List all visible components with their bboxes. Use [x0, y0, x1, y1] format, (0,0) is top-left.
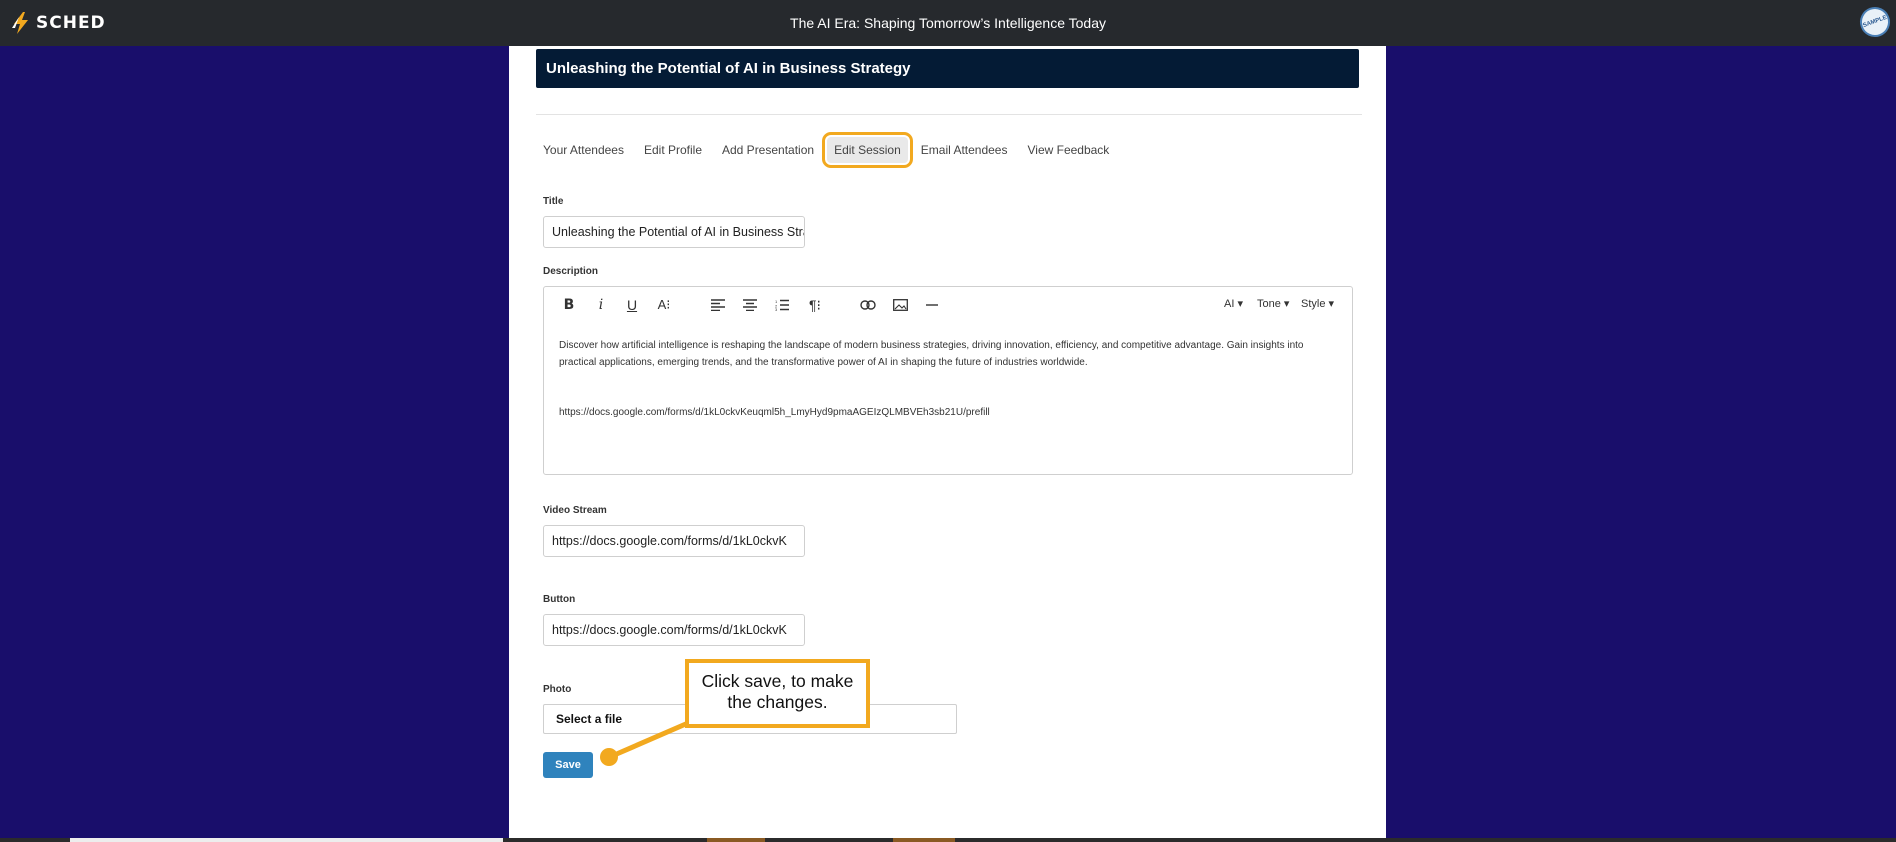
sample-badge-text: SAMPLE [1862, 14, 1888, 30]
editor-toolbar: B i U A⁝ 123 ¶⁝ AI ▾ Tone ▾ Style ▾ [544, 287, 1352, 323]
video-stream-field[interactable]: https://docs.google.com/forms/d/1kL0ckvK [543, 525, 805, 557]
event-title: The AI Era: Shaping Tomorrow’s Intellige… [790, 15, 1106, 31]
ordered-list-icon[interactable]: 123 [771, 295, 793, 315]
sample-badge-icon: SAMPLE [1855, 2, 1895, 42]
ai-dropdown-label: AI [1224, 298, 1235, 310]
button-url-field[interactable]: https://docs.google.com/forms/d/1kL0ckvK [543, 614, 805, 646]
save-button[interactable]: Save [543, 752, 593, 778]
top-bar: SCHED The AI Era: Shaping Tomorrow’s Int… [0, 0, 1896, 46]
divider [536, 114, 1362, 115]
tone-dropdown-label: Tone [1257, 298, 1281, 310]
bottom-strip-segment [707, 838, 765, 842]
title-field[interactable]: Unleashing the Potential of AI in Busine… [543, 216, 805, 248]
underline-icon[interactable]: U [621, 295, 643, 315]
tab-your-attendees[interactable]: Your Attendees [536, 137, 631, 163]
session-panel: Unleashing the Potential of AI in Busine… [509, 46, 1386, 842]
video-stream-label: Video Stream [543, 505, 607, 516]
link-icon[interactable] [857, 295, 879, 315]
text-size-icon[interactable]: A⁝ [653, 295, 675, 315]
tooltip-callout: Click save, to make the changes. [685, 659, 870, 728]
tab-add-presentation[interactable]: Add Presentation [715, 137, 821, 163]
callout-text: Click save, to make the changes. [701, 671, 854, 712]
session-header-title: Unleashing the Potential of AI in Busine… [536, 49, 1359, 88]
title-label: Title [543, 196, 564, 207]
description-label: Description [543, 266, 599, 277]
style-dropdown-label: Style [1301, 298, 1326, 310]
align-center-icon[interactable] [739, 295, 761, 315]
horizontal-rule-icon[interactable] [921, 295, 943, 315]
italic-icon[interactable]: i [590, 295, 612, 315]
description-text[interactable]: Discover how artificial intelligence is … [559, 337, 1339, 371]
bottom-strip-segment [70, 838, 503, 842]
style-dropdown[interactable]: Style ▾ [1301, 297, 1334, 310]
bottom-strip-segment [893, 838, 955, 842]
ai-dropdown[interactable]: AI ▾ [1224, 297, 1243, 310]
tab-email-attendees[interactable]: Email Attendees [914, 137, 1015, 163]
button-label: Button [543, 594, 576, 605]
speaker-tabs: Your Attendees Edit Profile Add Presenta… [536, 132, 1122, 168]
tab-edit-session[interactable]: Edit Session [822, 132, 913, 168]
photo-label: Photo [543, 684, 572, 695]
image-icon[interactable] [889, 295, 911, 315]
svg-text:3: 3 [775, 307, 778, 311]
tab-edit-profile[interactable]: Edit Profile [637, 137, 709, 163]
align-left-icon[interactable] [707, 295, 729, 315]
bold-icon[interactable]: B [558, 295, 580, 315]
description-link[interactable]: https://docs.google.com/forms/d/1kL0ckvK… [559, 407, 990, 418]
tab-view-feedback[interactable]: View Feedback [1020, 137, 1116, 163]
tone-dropdown[interactable]: Tone ▾ [1257, 297, 1289, 310]
description-editor: B i U A⁝ 123 ¶⁝ AI ▾ Tone ▾ Style ▾ Disc… [543, 286, 1353, 475]
select-file-label: Select a file [556, 712, 623, 726]
paragraph-icon[interactable]: ¶⁝ [804, 295, 826, 315]
